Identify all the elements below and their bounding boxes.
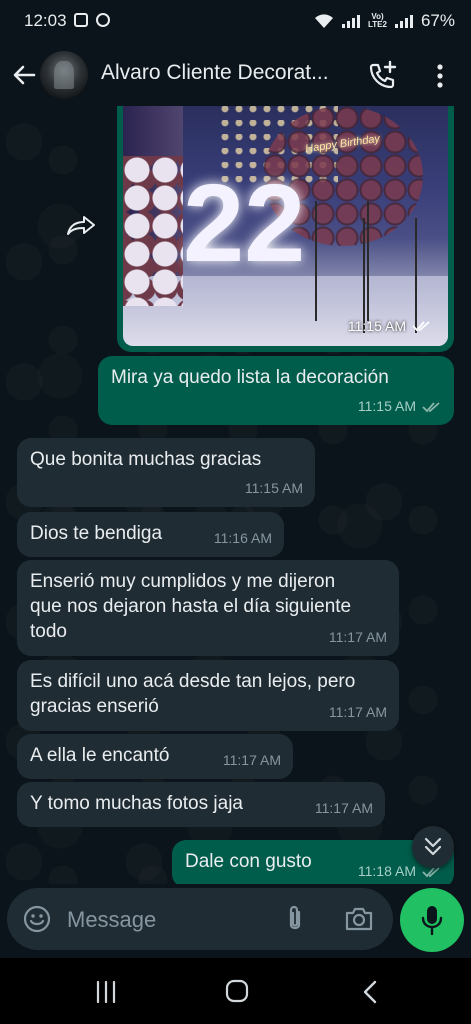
photo-number: 22 xyxy=(183,162,306,285)
message-time: 11:16 AM xyxy=(213,530,272,546)
link-notification-icon xyxy=(96,13,110,27)
message-bubble-incoming[interactable]: Y tomo muchas fotos jaja 11:17 AM xyxy=(17,782,385,827)
message-text: Mira ya quedo lista la decoración xyxy=(111,367,389,388)
message-bubble-incoming[interactable]: Enserió muy cumplidos y me dijeron que n… xyxy=(17,560,399,656)
image-message[interactable]: Happy Birthday 22 11:15 AM xyxy=(117,106,454,352)
message-time: 11:15 AM xyxy=(357,398,416,414)
message-bubble-incoming[interactable]: Que bonita muchas gracias 11:15 AM xyxy=(17,438,315,507)
chat-area[interactable]: Happy Birthday 22 11:15 AM Mira ya quedo… xyxy=(0,106,471,884)
message-input[interactable] xyxy=(65,903,269,937)
read-ticks-icon xyxy=(422,401,440,412)
message-text: Enserió muy cumplidos y me dijeron que n… xyxy=(30,571,352,642)
attach-icon[interactable] xyxy=(281,904,309,934)
decoration-photo[interactable]: Happy Birthday 22 11:15 AM xyxy=(123,106,448,346)
read-ticks-icon xyxy=(412,321,430,332)
more-options-icon[interactable] xyxy=(428,62,452,90)
message-composer xyxy=(7,888,393,950)
message-text: Que bonita muchas gracias xyxy=(30,449,262,470)
forward-icon[interactable] xyxy=(64,210,98,244)
message-time: 11:17 AM xyxy=(328,704,387,720)
scroll-to-bottom-button[interactable] xyxy=(412,826,454,868)
recent-apps-icon[interactable] xyxy=(92,978,120,1006)
voice-message-button[interactable] xyxy=(400,888,464,952)
signal-icon-2 xyxy=(394,14,413,28)
message-time: 11:17 AM xyxy=(314,800,373,816)
double-chevron-down-icon xyxy=(424,837,442,856)
gallery-notification-icon xyxy=(74,13,88,27)
image-message-meta: 11:15 AM xyxy=(348,318,432,334)
message-bubble-outgoing[interactable]: Mira ya quedo lista la decoración 11:15 … xyxy=(98,356,454,425)
emoji-icon[interactable] xyxy=(23,905,51,933)
message-bubble-incoming[interactable]: Es difícil uno acá desde tan lejos, pero… xyxy=(17,660,399,731)
signal-icon xyxy=(342,14,360,28)
home-icon[interactable] xyxy=(224,978,250,1004)
volte-indicator: Vo) LTE2 xyxy=(368,12,387,29)
message-time: 11:15 AM xyxy=(244,480,303,496)
battery-percent: 67% xyxy=(420,11,455,30)
message-time: 11:17 AM xyxy=(328,629,387,645)
message-bubble-incoming[interactable]: Dios te bendiga 11:16 AM xyxy=(17,512,284,557)
status-time: 12:03 xyxy=(24,11,67,30)
image-message-time: 11:15 AM xyxy=(347,318,406,334)
notification-icons xyxy=(74,13,110,27)
message-time: 11:18 AM xyxy=(357,863,416,879)
contact-avatar[interactable] xyxy=(40,51,88,99)
back-arrow-icon[interactable] xyxy=(10,61,38,89)
contact-name[interactable]: Alvaro Cliente Decorat... xyxy=(101,61,329,85)
system-back-icon[interactable] xyxy=(358,978,382,1006)
chat-header: Alvaro Cliente Decorat... xyxy=(0,44,471,106)
add-call-icon[interactable] xyxy=(366,60,398,92)
system-navigation-bar xyxy=(0,958,471,1024)
microphone-icon xyxy=(421,906,443,936)
message-time: 11:17 AM xyxy=(222,752,281,768)
message-text: Es difícil uno acá desde tan lejos, pero… xyxy=(30,671,356,717)
message-bubble-incoming[interactable]: A ella le encantó 11:17 AM xyxy=(17,734,293,779)
wifi-icon xyxy=(315,14,333,28)
camera-icon[interactable] xyxy=(343,905,375,933)
status-bar: 12:03 Vo) LTE2 67% xyxy=(0,0,471,44)
status-right: Vo) LTE2 67% xyxy=(314,11,455,31)
